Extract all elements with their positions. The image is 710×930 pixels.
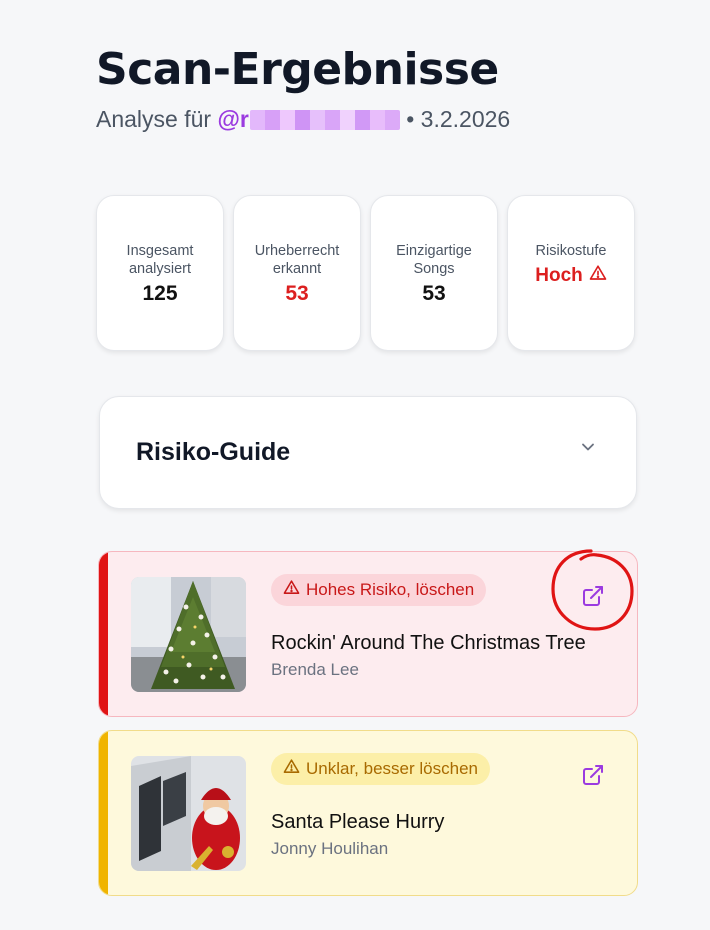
stat-label: Insgesamt analysiert bbox=[126, 243, 194, 277]
risk-accent-bar bbox=[99, 552, 108, 716]
song-artist: Brenda Lee bbox=[271, 660, 359, 679]
warning-icon bbox=[283, 758, 300, 780]
risk-level-value: Hoch bbox=[508, 264, 634, 288]
song-artist: Jonny Houlihan bbox=[271, 839, 389, 858]
stat-card-copyright: Urheberrecht erkannt 53 bbox=[233, 195, 361, 351]
page-subtitle: Analyse für @r • 3.2.2026 bbox=[96, 106, 510, 133]
stat-card-unique-songs: Einzigartige Songs 53 bbox=[370, 195, 498, 351]
scan-date: • 3.2.2026 bbox=[406, 106, 511, 132]
subtitle-prefix: Analyse für bbox=[96, 106, 212, 132]
page-title: Scan-Ergebnisse bbox=[96, 44, 499, 95]
chevron-down-icon[interactable] bbox=[578, 437, 598, 462]
stat-card-risk-level: Risikostufe Hoch bbox=[507, 195, 635, 351]
annotation-circle bbox=[551, 549, 634, 631]
stat-label: Urheberrecht erkannt bbox=[254, 243, 340, 277]
risk-guide-title: Risiko-Guide bbox=[136, 438, 291, 466]
account-handle: @r bbox=[217, 106, 249, 132]
stat-label: Einzigartige Songs bbox=[396, 243, 472, 277]
song-title: Santa Please Hurry bbox=[271, 811, 445, 833]
stat-label: Risikostufe bbox=[535, 243, 607, 259]
warning-icon bbox=[283, 579, 300, 601]
song-card: Unklar, besser löschen Santa Please Hurr… bbox=[98, 730, 638, 896]
song-thumbnail bbox=[131, 756, 246, 871]
external-link-icon[interactable] bbox=[581, 763, 605, 787]
stat-value: 125 bbox=[142, 282, 178, 305]
risk-accent-bar bbox=[99, 731, 108, 895]
risk-badge: Hohes Risiko, löschen bbox=[271, 574, 487, 606]
song-thumbnail bbox=[131, 577, 246, 692]
stat-card-total: Insgesamt analysiert 125 bbox=[96, 195, 224, 351]
redacted-handle bbox=[249, 110, 400, 130]
warning-icon bbox=[589, 264, 607, 288]
risk-badge: Unklar, besser löschen bbox=[271, 753, 490, 785]
risk-guide-accordion[interactable]: Risiko-Guide bbox=[99, 396, 637, 509]
stat-value: 53 bbox=[422, 282, 446, 305]
stat-value: 53 bbox=[285, 282, 309, 305]
